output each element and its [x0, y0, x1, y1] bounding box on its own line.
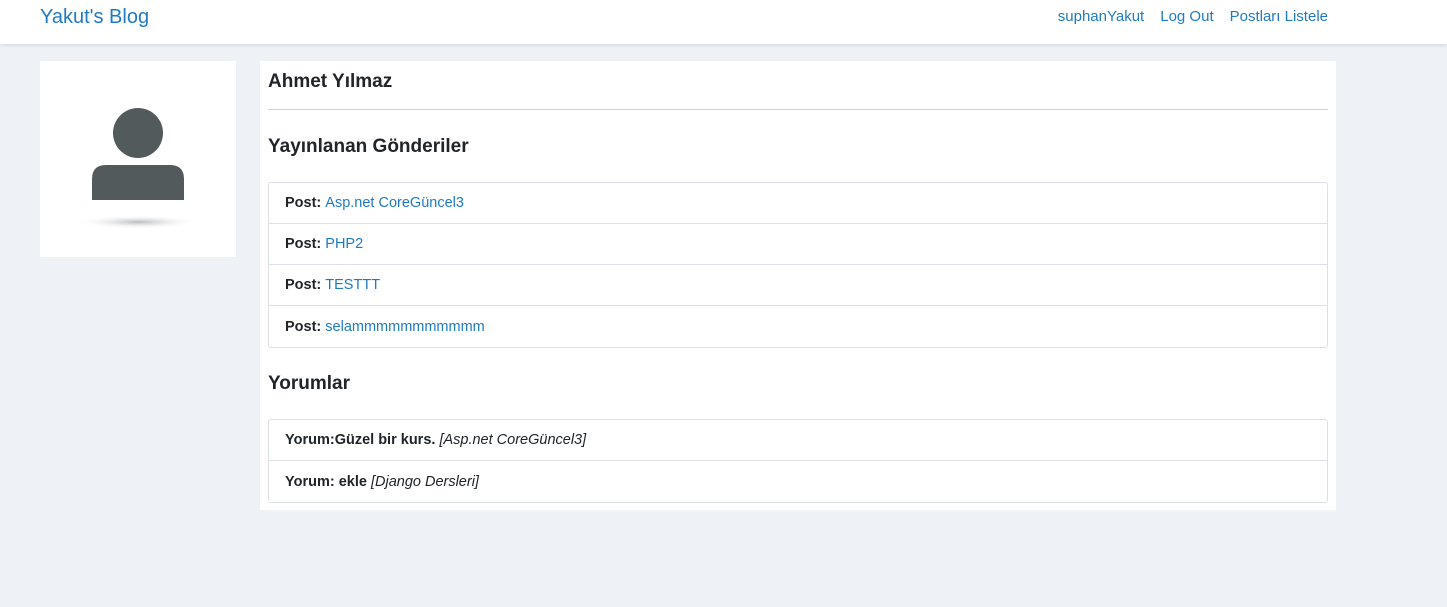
comments-list: Yorum: Güzel bir kurs. [Asp.net CoreGünce…: [268, 419, 1328, 503]
top-navbar: Yakut's Blog suphanYakut Log Out Postlar…: [0, 0, 1447, 44]
nav-link-logout[interactable]: Log Out: [1160, 8, 1213, 26]
post-label: Post:: [285, 318, 322, 335]
post-link[interactable]: Asp.net CoreGüncel3: [325, 195, 464, 211]
comment-item: Yorum: Güzel bir kurs. [Asp.net CoreGünce…: [269, 420, 1327, 461]
posts-list: Post: Asp.net CoreGüncel3 Post: PHP2 Pos…: [268, 182, 1328, 348]
profile-content-card: Ahmet Yılmaz Yayınlanan Gönderiler Post:…: [260, 61, 1336, 510]
nav-link-username[interactable]: suphanYakut: [1058, 8, 1144, 26]
comment-label: Yorum:: [285, 432, 335, 448]
comment-text: Güzel bir kurs.: [334, 432, 436, 448]
comment-text: ekle: [334, 473, 367, 490]
comments-section-title: Yorumlar: [268, 373, 351, 394]
comment-label: Yorum:: [285, 473, 335, 490]
post-link[interactable]: TESTTT: [325, 277, 380, 293]
post-link[interactable]: selammmmmmmmmmm: [325, 319, 484, 335]
comment-post-ref: [Asp.net CoreGüncel3]: [439, 432, 587, 448]
comment-item: Yorum: ekle [Django Dersleri]: [269, 461, 1327, 502]
post-label: Post:: [285, 236, 322, 252]
avatar-card: [40, 61, 236, 257]
nav-link-list-posts[interactable]: Postları Listele: [1230, 8, 1328, 26]
post-item: Post: PHP2: [269, 224, 1327, 265]
post-label: Post:: [285, 277, 322, 293]
user-placeholder-icon: [76, 108, 200, 229]
brand-link[interactable]: Yakut's Blog: [40, 6, 149, 29]
post-label: Post:: [285, 195, 322, 211]
profile-name: Ahmet Yılmaz: [268, 71, 393, 92]
comment-post-ref: [Django Dersleri]: [370, 473, 479, 490]
posts-section-title: Yayınlanan Gönderiler: [268, 136, 469, 157]
nav-links: suphanYakut Log Out Postları Listele: [1058, 8, 1328, 26]
post-item: Post: selammmmmmmmmmm: [269, 306, 1327, 347]
post-item: Post: TESTTT: [269, 265, 1327, 306]
divider: [268, 109, 1328, 110]
post-link[interactable]: PHP2: [325, 236, 363, 252]
post-item: Post: Asp.net CoreGüncel3: [269, 183, 1327, 224]
